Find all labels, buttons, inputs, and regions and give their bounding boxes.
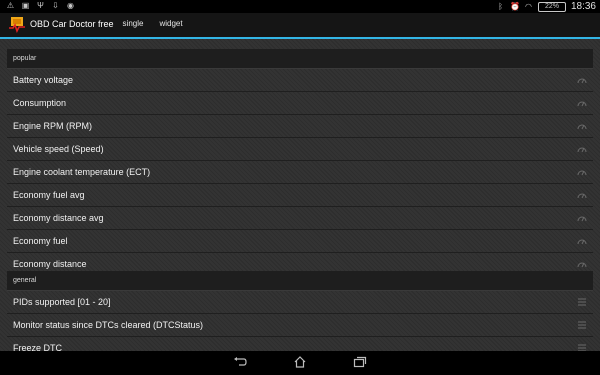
list-item[interactable]: Engine RPM (RPM)	[7, 115, 593, 138]
app-title: OBD Car Doctor free	[30, 19, 114, 29]
bluetooth-icon: ᛒ	[498, 2, 503, 11]
status-bar: ⚠ ▣ Ψ ⇩ ◉ ᛒ ⏰ ◠ 22% 18:36	[0, 0, 600, 13]
action-bar: OBD Car Doctor free single widget	[0, 13, 600, 39]
gauge-icon	[577, 147, 587, 153]
list-icon	[578, 298, 586, 306]
gauge-icon	[577, 193, 587, 199]
section-header-general: general	[7, 271, 593, 291]
tab-single[interactable]: single	[114, 19, 152, 39]
battery-indicator: 22%	[537, 1, 566, 12]
recent-apps-icon[interactable]	[353, 356, 367, 368]
download-icon: ⇩	[52, 1, 59, 10]
gauge-icon	[577, 216, 587, 222]
alarm-icon: ⏰	[509, 2, 520, 11]
list-item[interactable]: Economy fuel	[7, 230, 593, 253]
gauge-icon	[577, 101, 587, 107]
list-item[interactable]: Economy distance avg	[7, 207, 593, 230]
gauge-icon	[577, 170, 587, 176]
app-logo-icon[interactable]	[8, 15, 26, 33]
gauge-icon	[577, 78, 587, 84]
list-item[interactable]: PIDs supported [01 - 20]	[7, 291, 593, 314]
list-item[interactable]: Economy fuel avg	[7, 184, 593, 207]
list-item[interactable]: Monitor status since DTCs cleared (DTCSt…	[7, 314, 593, 337]
gauge-icon	[577, 262, 587, 268]
tab-widget[interactable]: widget	[152, 19, 190, 37]
list-item[interactable]: Consumption	[7, 92, 593, 115]
tab-single-label: single	[122, 19, 144, 28]
usb-icon: Ψ	[37, 1, 44, 10]
warning-icon: ⚠	[6, 1, 15, 10]
back-icon[interactable]	[233, 356, 247, 368]
pid-list[interactable]: popular Battery voltage Consumption Engi…	[0, 39, 600, 351]
clock: 18:36	[570, 1, 596, 12]
screen: ⚠ ▣ Ψ ⇩ ◉ ᛒ ⏰ ◠ 22% 18:36 OBD Car Doctor…	[0, 0, 600, 375]
gauge-icon	[577, 239, 587, 245]
home-icon[interactable]	[293, 356, 307, 368]
app-notification-icon: ▣	[21, 1, 30, 10]
android-icon: ◉	[67, 1, 74, 10]
wifi-icon: ◠	[524, 2, 532, 11]
tab-widget-label: widget	[159, 19, 183, 28]
navigation-bar	[0, 351, 600, 375]
list-item[interactable]: Vehicle speed (Speed)	[7, 138, 593, 161]
list-icon	[578, 344, 586, 351]
list-icon	[578, 321, 586, 329]
gauge-icon	[577, 124, 587, 130]
list-item[interactable]: Engine coolant temperature (ECT)	[7, 161, 593, 184]
section-header-popular: popular	[7, 49, 593, 69]
list-item[interactable]: Battery voltage	[7, 69, 593, 92]
list-item[interactable]: Freeze DTC	[7, 337, 593, 351]
